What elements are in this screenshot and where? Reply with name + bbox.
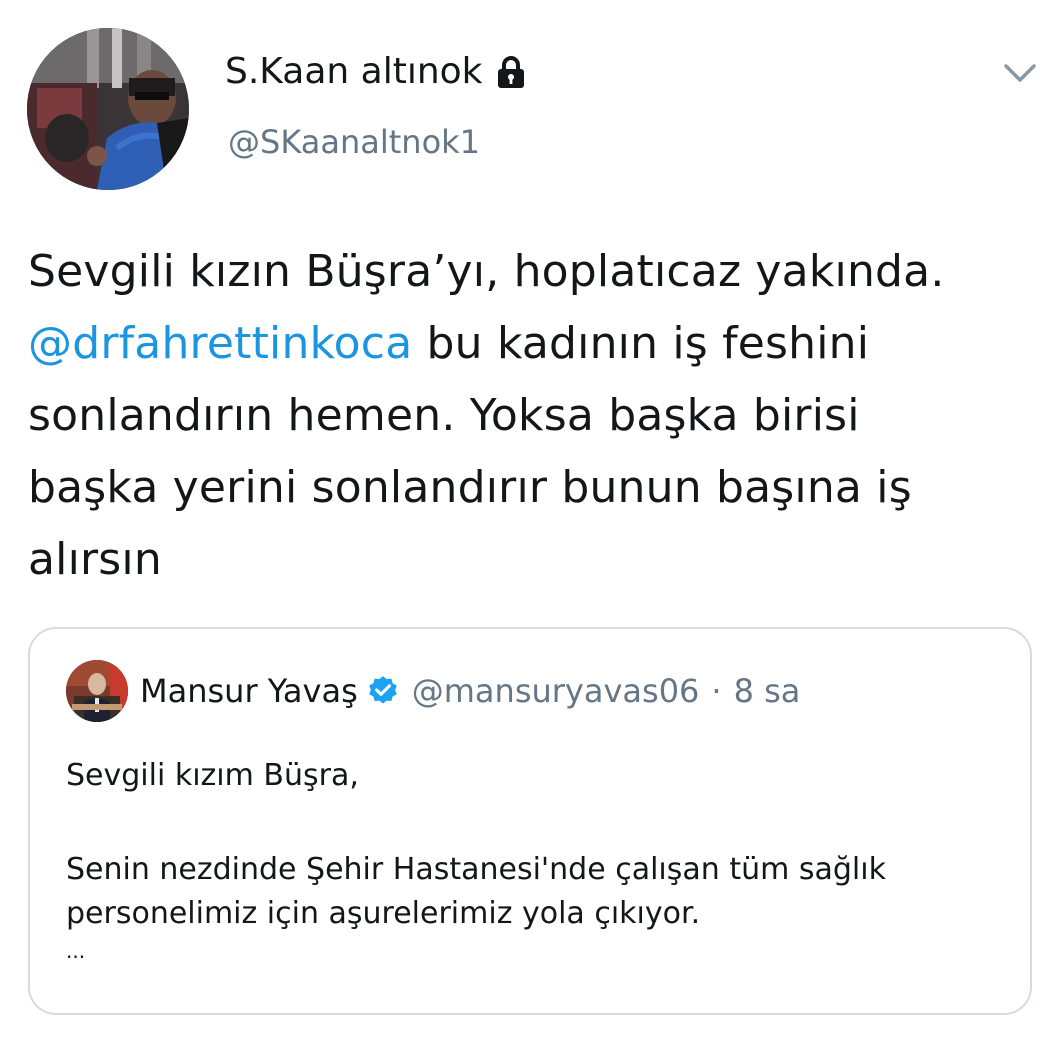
author-avatar[interactable] (27, 28, 189, 190)
mention-link[interactable]: @drfahrettinkoca (28, 318, 412, 369)
quoted-author-avatar[interactable] (66, 660, 128, 722)
header-separator: · (711, 672, 722, 710)
author-display-name[interactable]: S.Kaan altınok (225, 48, 483, 96)
tweet-text-fragment: bu kadının iş feshini (412, 318, 870, 369)
lock-icon (495, 54, 527, 90)
quoted-text-line: Sevgili kızım Büşra, (66, 758, 359, 793)
tweet-text-line: @drfahrettinkoca bu kadının iş feshini (28, 308, 1018, 380)
tweet-text-line: Sevgili kızın Büşra’yı, hoplatıcaz yakın… (28, 246, 945, 297)
tweet-text-line: alırsın (28, 534, 162, 585)
quoted-text-line: personelimiz için aşurelerimiz yola çıkı… (66, 896, 701, 931)
quoted-tweet-card[interactable]: Mansur Yavaş @mansuryavas06 · 8 sa Sevgi… (28, 627, 1032, 1015)
quoted-text-ellipsis: ... (66, 939, 86, 963)
chevron-down-icon[interactable] (1000, 58, 1040, 86)
tweet-text: Sevgili kızın Büşra’yı, hoplatıcaz yakın… (28, 236, 1018, 596)
quoted-author-handle[interactable]: @mansuryavas06 (412, 672, 700, 710)
tweet-text-line: başka yerini sonlandırır bunun başına iş (28, 462, 912, 513)
verified-badge-icon (366, 674, 400, 708)
author-handle[interactable]: @SKaanaltnok1 (228, 120, 480, 164)
author-display-name-row[interactable]: S.Kaan altınok (225, 48, 527, 96)
quoted-tweet-timestamp[interactable]: 8 sa (734, 672, 801, 710)
quoted-author-name[interactable]: Mansur Yavaş (140, 672, 358, 710)
quoted-text-line: Senin nezdinde Şehir Hastanesi'nde çalış… (66, 852, 886, 887)
tweet-text-line: sonlandırın hemen. Yoksa başka birisi (28, 390, 860, 441)
quoted-tweet-header: Mansur Yavaş @mansuryavas06 · 8 sa (140, 667, 800, 715)
quoted-tweet-text: Sevgili kızım Büşra, Senin nezdinde Şehi… (66, 754, 1006, 966)
